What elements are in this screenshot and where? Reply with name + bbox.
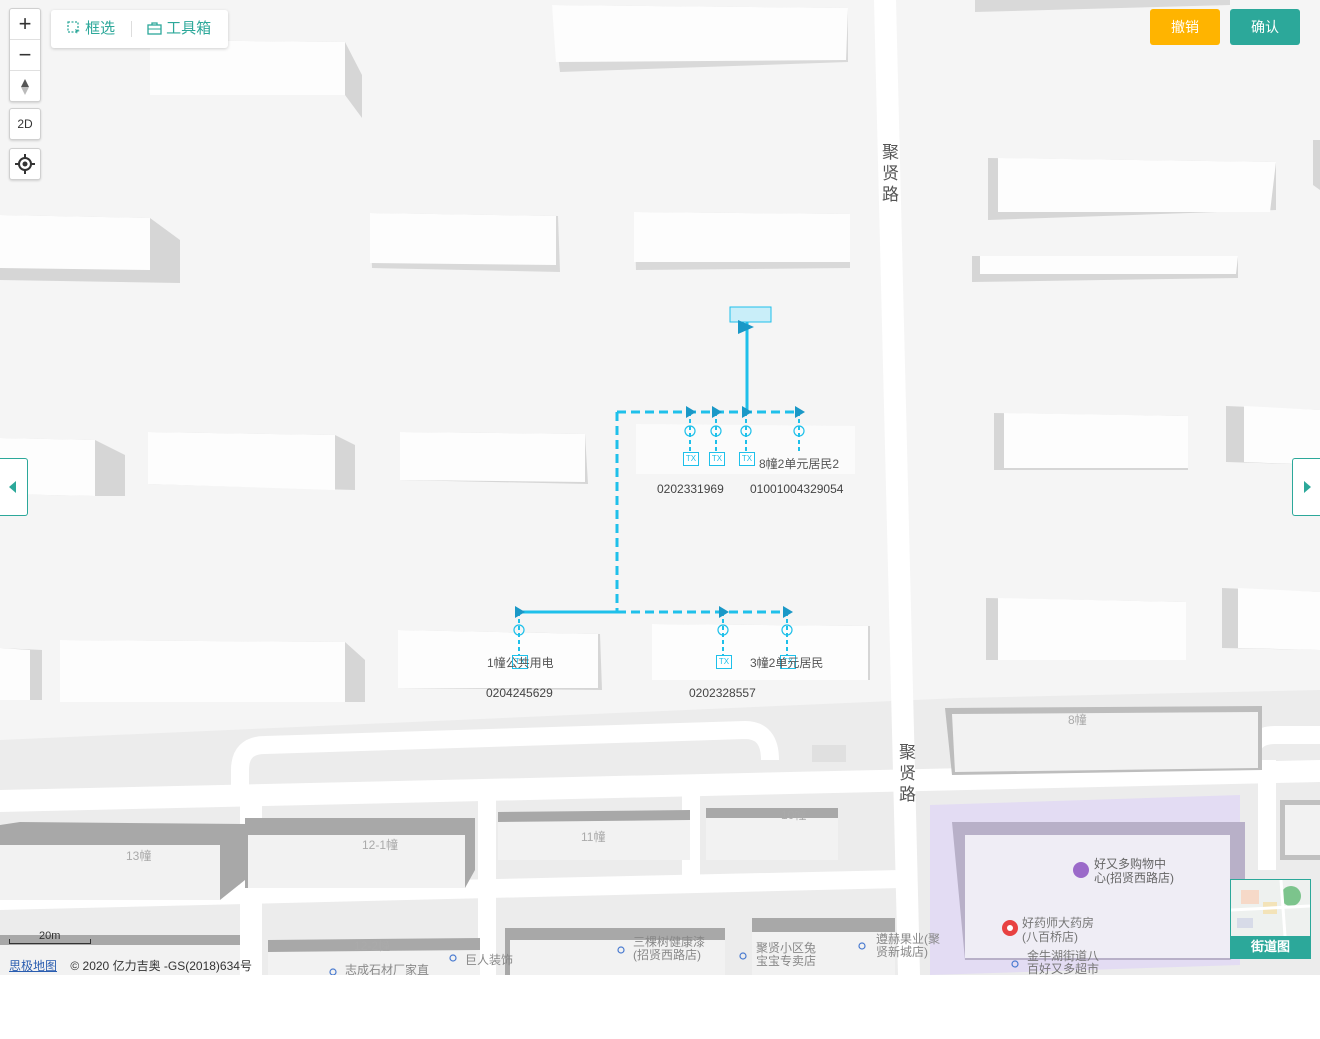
streetview-toggle[interactable]: 街道图 xyxy=(1230,879,1311,959)
scale-bar: 20m xyxy=(9,930,91,944)
compass-button[interactable] xyxy=(10,71,40,101)
building-label: 8幢2单元居民2 xyxy=(759,457,840,471)
meter-box[interactable]: TX xyxy=(716,655,732,669)
zoom-out-button[interactable]: − xyxy=(10,40,40,71)
poi-label[interactable]: 遵赫果业(聚贤新城店) xyxy=(876,933,942,959)
toolbar-divider xyxy=(131,21,132,37)
map-canvas[interactable]: TX TX TX TX TX TX 8幢2单元居民2 1幢公共用电 3幢2单元居… xyxy=(0,0,1320,975)
undo-button[interactable]: 撤销 xyxy=(1150,9,1220,45)
meter-box[interactable]: TX xyxy=(683,452,699,466)
locate-icon xyxy=(15,154,35,174)
building-label: 10幢 xyxy=(781,808,807,822)
right-panel-toggle[interactable] xyxy=(1292,458,1320,516)
poi-label[interactable]: 三棵树健康漆(招贤西路店) xyxy=(633,936,709,962)
compass-icon xyxy=(21,78,29,95)
copyright: 思极地图 © 2020 亿力吉奥 -GS(2018)634号 xyxy=(9,957,252,974)
building-label: 1幢公共用电 xyxy=(487,656,554,670)
meter-box[interactable]: TX xyxy=(709,452,725,466)
building-label: 13幢 xyxy=(126,849,152,863)
poi-label[interactable]: 金牛湖街道八百好又多超市 xyxy=(1027,950,1103,976)
poi-label[interactable]: 巨人装饰 xyxy=(465,951,513,968)
account-number: 0202328557 xyxy=(689,686,756,700)
streetview-label: 街道图 xyxy=(1231,936,1310,958)
box-select-label: 框选 xyxy=(85,20,116,37)
chevron-right-icon xyxy=(1304,481,1311,493)
streetview-thumbnail xyxy=(1231,880,1310,936)
building-label: 3幢2单元居民 xyxy=(750,656,824,670)
zoom-box: + − xyxy=(9,8,41,102)
box-select-icon xyxy=(67,21,80,34)
zoom-control: + − xyxy=(9,8,41,102)
building-label: 12-1幢 xyxy=(362,838,399,852)
chevron-left-icon xyxy=(9,481,16,493)
left-panel-toggle[interactable] xyxy=(0,458,28,516)
building-label: 8幢 xyxy=(1068,713,1087,727)
account-number: 01001004329054 xyxy=(750,482,844,496)
poi-label[interactable]: 聚贤小区兔宝宝专卖店 xyxy=(756,942,818,968)
poi-label[interactable]: 好又多购物中心(招贤西路店) xyxy=(1094,857,1174,885)
toolbar: 框选 工具箱 xyxy=(51,10,228,48)
account-number: 0202331969 xyxy=(657,482,724,496)
meter-box[interactable]: TX xyxy=(739,452,755,466)
toolbox-tool[interactable]: 工具箱 xyxy=(147,10,211,48)
zoom-in-button[interactable]: + xyxy=(10,9,40,40)
road-label: 聚贤路 xyxy=(899,743,916,804)
copyright-text: © 2020 亿力吉奥 -GS(2018)634号 xyxy=(70,959,252,973)
poi-label[interactable]: 好药师大药房(八百桥店) xyxy=(1022,916,1098,944)
scale-line xyxy=(9,939,91,944)
toolbox-icon xyxy=(147,22,162,35)
box-select-tool[interactable]: 框选 xyxy=(67,10,115,48)
building-label: 12-2幢 xyxy=(354,939,391,953)
toolbox-label: 工具箱 xyxy=(166,20,212,37)
locate-button[interactable] xyxy=(9,148,41,180)
building-label: 11幢 xyxy=(581,830,606,844)
map-brand-link[interactable]: 思极地图 xyxy=(9,959,57,973)
poi-label[interactable]: 志成石材厂家直 xyxy=(345,961,429,975)
mode-2d-button[interactable]: 2D xyxy=(9,108,41,140)
confirm-button[interactable]: 确认 xyxy=(1230,9,1300,45)
account-number: 0204245629 xyxy=(486,686,553,700)
road-label: 聚贤路 xyxy=(882,143,899,204)
buildings-upper xyxy=(0,0,1320,702)
